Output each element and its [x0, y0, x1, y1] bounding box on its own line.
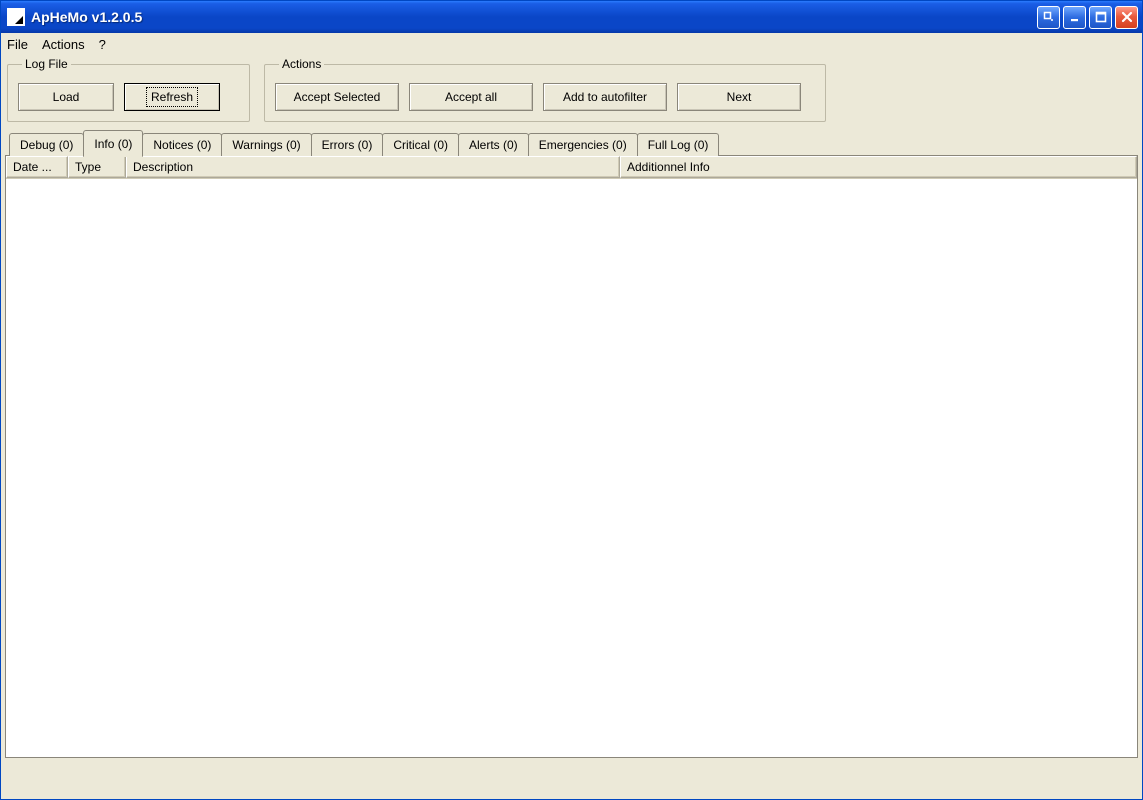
- group-actions-legend: Actions: [279, 57, 324, 71]
- tab-debug[interactable]: Debug (0): [9, 133, 84, 156]
- window-controls: [1037, 6, 1138, 29]
- title-bar: ApHeMo v1.2.0.5: [1, 1, 1142, 33]
- window-extra-icon: [1043, 11, 1055, 23]
- minimize-icon: [1069, 11, 1081, 23]
- log-list-body[interactable]: [6, 179, 1137, 757]
- accept-selected-button[interactable]: Accept Selected: [275, 83, 399, 111]
- load-button[interactable]: Load: [18, 83, 114, 111]
- tab-emergencies[interactable]: Emergencies (0): [528, 133, 638, 156]
- next-label: Next: [727, 90, 752, 104]
- close-icon: [1121, 11, 1133, 23]
- refresh-button-label: Refresh: [149, 90, 195, 104]
- group-log-file: Log File Load Refresh: [7, 57, 250, 122]
- menu-bar: File Actions ?: [1, 33, 1142, 55]
- column-header-additional-info[interactable]: Additionnel Info: [620, 156, 1137, 178]
- column-header-type[interactable]: Type: [68, 156, 126, 178]
- accept-all-label: Accept all: [445, 90, 497, 104]
- accept-selected-label: Accept Selected: [294, 90, 381, 104]
- client-area: Log File Load Refresh Actions Accept Sel…: [1, 55, 1142, 762]
- tab-critical[interactable]: Critical (0): [382, 133, 459, 156]
- next-button[interactable]: Next: [677, 83, 801, 111]
- column-header-description[interactable]: Description: [126, 156, 620, 178]
- menu-actions[interactable]: Actions: [42, 37, 85, 52]
- window-title: ApHeMo v1.2.0.5: [31, 9, 142, 25]
- tab-alerts[interactable]: Alerts (0): [458, 133, 529, 156]
- load-button-label: Load: [53, 90, 80, 104]
- log-list: Date ... Type Description Additionnel In…: [5, 156, 1138, 758]
- tab-warnings[interactable]: Warnings (0): [221, 133, 311, 156]
- toolbar-groups: Log File Load Refresh Actions Accept Sel…: [5, 55, 1138, 128]
- maximize-icon: [1095, 11, 1107, 23]
- tab-full-log[interactable]: Full Log (0): [637, 133, 720, 156]
- window-extra-button[interactable]: [1037, 6, 1060, 29]
- close-button[interactable]: [1115, 6, 1138, 29]
- add-to-autofilter-button[interactable]: Add to autofilter: [543, 83, 667, 111]
- refresh-button[interactable]: Refresh: [124, 83, 220, 111]
- tab-strip: Debug (0) Info (0) Notices (0) Warnings …: [5, 130, 1138, 156]
- maximize-button[interactable]: [1089, 6, 1112, 29]
- column-header-date[interactable]: Date ...: [6, 156, 68, 178]
- menu-file[interactable]: File: [7, 37, 28, 52]
- tab-notices[interactable]: Notices (0): [142, 133, 222, 156]
- add-to-autofilter-label: Add to autofilter: [563, 90, 647, 104]
- menu-help[interactable]: ?: [99, 37, 106, 52]
- tab-info[interactable]: Info (0): [83, 130, 143, 157]
- minimize-button[interactable]: [1063, 6, 1086, 29]
- tab-errors[interactable]: Errors (0): [311, 133, 384, 156]
- accept-all-button[interactable]: Accept all: [409, 83, 533, 111]
- group-actions: Actions Accept Selected Accept all Add t…: [264, 57, 826, 122]
- log-list-headers: Date ... Type Description Additionnel In…: [6, 156, 1137, 179]
- app-icon: [7, 8, 25, 26]
- group-log-file-legend: Log File: [22, 57, 71, 71]
